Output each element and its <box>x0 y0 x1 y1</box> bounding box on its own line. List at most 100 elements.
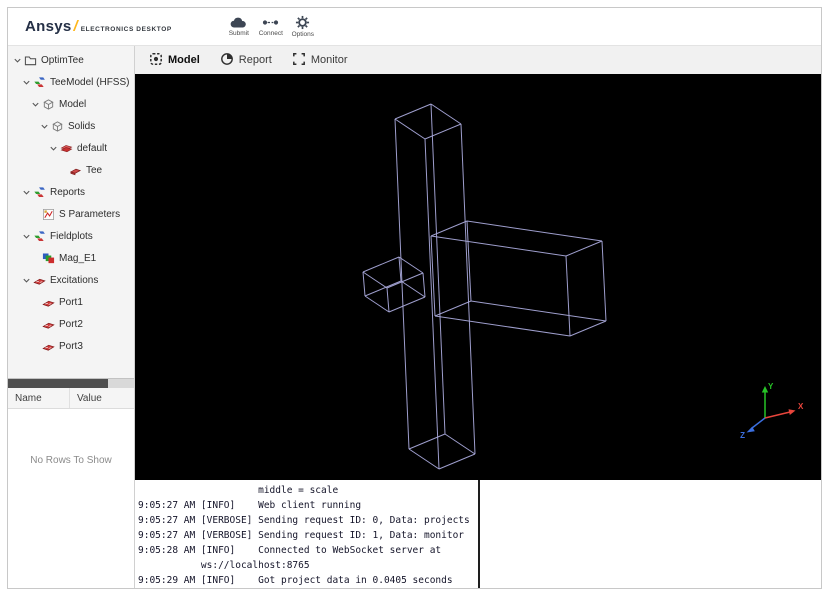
tab-report[interactable]: Report <box>211 46 281 74</box>
console-log-line: 9:05:27 AM [INFO] Web client running <box>138 500 362 511</box>
model-icon <box>149 52 163 69</box>
x-axis-arrow <box>788 409 796 415</box>
console-log-line: 9:05:29 AM [INFO] Got project data in 0.… <box>138 575 453 586</box>
value-column-header: Value <box>77 392 102 404</box>
tree-item-fieldplots[interactable]: Fieldplots <box>8 225 134 247</box>
tree-item-label: TeeModel (HFSS) <box>50 76 130 88</box>
tree-horizontal-scrollbar[interactable] <box>8 379 134 388</box>
tree-item-label: Fieldplots <box>50 230 93 242</box>
tree-item-label: Solids <box>68 120 96 132</box>
chevron-down-icon[interactable] <box>21 188 32 197</box>
chevron-down-icon[interactable] <box>21 232 32 241</box>
chevron-down-icon[interactable] <box>12 56 23 65</box>
tree-item-s-parameters[interactable]: S Parameters <box>8 203 134 225</box>
console-panel: middle = scale 9:05:27 AM [INFO] Web clie… <box>135 480 821 588</box>
properties-header: Name Value <box>8 388 134 409</box>
properties-panel: Name Value No Rows To Show <box>8 378 134 588</box>
port-icon <box>41 296 56 309</box>
name-column-header: Name <box>8 388 70 408</box>
tree-item-label: Excitations <box>50 274 99 286</box>
z-axis-label: Z <box>740 431 745 440</box>
chevron-down-icon[interactable] <box>48 144 59 153</box>
chevron-down-icon[interactable] <box>30 100 41 109</box>
tree-item-label: Reports <box>50 186 86 198</box>
tree-item-label: Tee <box>86 164 103 176</box>
tree-item-label: Port2 <box>59 318 83 330</box>
chevron-down-icon[interactable] <box>21 78 32 87</box>
submit-label: Submit <box>228 30 249 37</box>
tab-model[interactable]: Model <box>140 46 209 74</box>
tee-wireframe <box>362 103 607 470</box>
project-tree-panel: OptimTee TeeModel (HFSS) Model Solids defaul… <box>8 46 135 588</box>
material-icon <box>59 142 74 155</box>
cloud-upload-icon <box>230 16 247 29</box>
tree-item-port3[interactable]: Port3 <box>8 335 134 357</box>
tab-model-label: Model <box>168 54 200 66</box>
tab-monitor-label: Monitor <box>310 54 348 66</box>
main-area: Model Report Monitor Y X Z middle = scal… <box>135 46 821 588</box>
tree-item-mag-e1[interactable]: Mag_E1 <box>8 247 134 269</box>
console-log[interactable]: middle = scale 9:05:27 AM [INFO] Web clie… <box>135 480 480 588</box>
reports-icon <box>32 186 47 199</box>
tab-report-label: Report <box>238 54 272 66</box>
tree-item-label: OptimTee <box>41 54 84 66</box>
tree-item-tee[interactable]: Tee <box>8 159 134 181</box>
console-right-pane <box>480 480 821 588</box>
logo-slash: / <box>73 18 78 35</box>
tree-item-solids[interactable]: Solids <box>8 115 134 137</box>
solids-icon <box>50 120 65 133</box>
tree-item-optimtee[interactable]: OptimTee <box>8 49 134 71</box>
console-log-line: 9:05:27 AM [VERBOSE] Sending request ID:… <box>138 515 470 526</box>
chevron-down-icon[interactable] <box>21 276 32 285</box>
solid-icon <box>68 164 83 177</box>
tree-item-reports[interactable]: Reports <box>8 181 134 203</box>
console-log-line: ws://localhost:8765 <box>138 560 310 571</box>
no-rows-text: No Rows To Show <box>30 455 112 466</box>
report-pie-icon <box>220 52 234 69</box>
ansys-logo: Ansys / ELECTRONICS DESKTOP <box>8 18 172 35</box>
project-tree: OptimTee TeeModel (HFSS) Model Solids defaul… <box>8 46 134 378</box>
header-toolbar: Submit Connect Options <box>224 15 318 38</box>
options-label: Options <box>291 31 315 38</box>
app-body: OptimTee TeeModel (HFSS) Model Solids defaul… <box>8 46 821 588</box>
chevron-down-icon[interactable] <box>39 122 50 131</box>
sparameters-icon <box>41 208 56 221</box>
tree-item-model[interactable]: Model <box>8 93 134 115</box>
port-icon <box>41 340 56 353</box>
tree-item-label: S Parameters <box>59 208 121 220</box>
monitor-frame-icon <box>292 52 306 69</box>
console-log-line: middle = scale <box>138 485 339 496</box>
orientation-axes: Y X Z <box>740 382 804 440</box>
geometry-icon <box>41 98 56 111</box>
options-button[interactable]: Options <box>288 15 318 38</box>
tree-item-excitations[interactable]: Excitations <box>8 269 134 291</box>
tree-item-label: Mag_E1 <box>59 252 97 264</box>
connect-button[interactable]: Connect <box>256 16 286 37</box>
plug-icon <box>262 16 279 29</box>
tree-item-teemodel-hfss[interactable]: TeeModel (HFSS) <box>8 71 134 93</box>
tree-item-label: Model <box>59 98 87 110</box>
app-window: Ansys / ELECTRONICS DESKTOP Submit Conne… <box>7 7 822 589</box>
gear-icon <box>295 15 310 30</box>
x-axis-label: X <box>798 402 804 411</box>
tab-monitor[interactable]: Monitor <box>283 46 357 74</box>
console-log-line: 9:05:28 AM [INFO] Connected to WebSocket… <box>138 545 442 556</box>
submit-button[interactable]: Submit <box>224 16 254 37</box>
design-icon <box>32 76 47 89</box>
view-tabbar: Model Report Monitor <box>135 46 821 74</box>
connect-label: Connect <box>258 30 283 37</box>
port-icon <box>41 318 56 331</box>
y-axis-label: Y <box>768 382 774 391</box>
excitations-icon <box>32 274 47 287</box>
3d-viewport[interactable]: Y X Z <box>135 74 821 480</box>
scrollbar-thumb[interactable] <box>8 379 108 388</box>
tree-item-port1[interactable]: Port1 <box>8 291 134 313</box>
logo-product-text: ELECTRONICS DESKTOP <box>80 26 172 33</box>
folder-icon <box>23 54 38 67</box>
tree-item-default[interactable]: default <box>8 137 134 159</box>
tree-item-port2[interactable]: Port2 <box>8 313 134 335</box>
tree-item-label: default <box>77 142 108 154</box>
tree-item-label: Port3 <box>59 340 83 352</box>
tree-item-label: Port1 <box>59 296 83 308</box>
app-header: Ansys / ELECTRONICS DESKTOP Submit Conne… <box>8 8 821 46</box>
